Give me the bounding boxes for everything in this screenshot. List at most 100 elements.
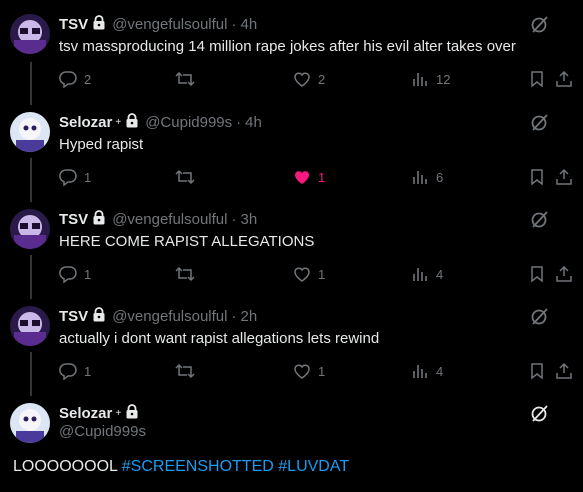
tweet-actions: 1 1 4 — [59, 361, 579, 381]
retweet-button[interactable] — [175, 69, 202, 89]
views-count: 12 — [436, 71, 451, 87]
tweet[interactable]: TSV @vengefulsoulful · 2h actually i don… — [0, 294, 583, 391]
like-count: 2 — [318, 71, 326, 87]
views-icon — [413, 73, 427, 86]
grok-icon[interactable] — [530, 306, 550, 326]
like-button[interactable]: 1 — [293, 167, 325, 187]
tweet-text: LOOOOOOOL #SCREENSHOTTED #LUVDAT — [13, 458, 349, 476]
views-icon — [413, 171, 427, 184]
tweet-text: actually i dont want rapist allegations … — [59, 330, 380, 347]
views-button[interactable]: 6 — [411, 167, 443, 187]
author-name[interactable]: Selozar — [59, 114, 112, 131]
timestamp[interactable]: 2h — [241, 308, 258, 325]
heart-icon — [294, 72, 310, 87]
retweet-button[interactable] — [175, 167, 202, 187]
avatar[interactable] — [10, 403, 50, 443]
lock-icon — [125, 403, 139, 423]
retweet-icon — [175, 71, 195, 87]
share-button[interactable] — [555, 69, 573, 89]
author-handle[interactable]: @vengefulsoulful — [112, 211, 227, 228]
timestamp[interactable]: 4h — [245, 114, 262, 131]
views-button[interactable]: 4 — [411, 264, 443, 284]
like-button[interactable]: 2 — [293, 69, 325, 89]
lock-icon — [125, 112, 139, 132]
separator: · — [231, 307, 237, 325]
reply-icon — [59, 169, 77, 186]
timestamp[interactable]: 3h — [241, 211, 258, 228]
separator: · — [231, 15, 237, 33]
share-icon — [556, 265, 572, 282]
share-icon — [556, 70, 572, 87]
reply-count: 1 — [84, 169, 92, 185]
bookmark-button[interactable] — [529, 361, 545, 381]
heart-icon — [294, 364, 310, 379]
avatar[interactable] — [10, 306, 50, 346]
reply-icon — [59, 266, 77, 283]
author-name[interactable]: TSV — [59, 211, 88, 228]
bookmark-button[interactable] — [529, 69, 545, 89]
tweet-text: tsv massproducing 14 million rape jokes … — [59, 38, 516, 55]
author-handle[interactable]: @Cupid999s — [59, 423, 146, 440]
tweet-actions: 2 2 12 — [59, 69, 579, 89]
like-count: 1 — [318, 266, 326, 282]
views-count: 4 — [436, 266, 444, 282]
retweet-icon — [175, 363, 195, 379]
tweet[interactable]: TSV @vengefulsoulful · 3h HERE COME RAPI… — [0, 197, 583, 294]
bookmark-button[interactable] — [529, 264, 545, 284]
tweet-text: HERE COME RAPIST ALLEGATIONS — [59, 233, 315, 250]
hashtag-link[interactable]: #LUVDAT — [278, 458, 349, 475]
like-button[interactable]: 1 — [293, 264, 325, 284]
views-icon — [413, 365, 427, 378]
views-count: 6 — [436, 169, 444, 185]
reply-button[interactable]: 2 — [59, 69, 91, 89]
reply-icon — [59, 363, 77, 380]
share-button[interactable] — [555, 264, 573, 284]
author-handle[interactable]: @vengefulsoulful — [112, 16, 227, 33]
reply-button[interactable]: 1 — [59, 361, 91, 381]
avatar[interactable] — [10, 14, 50, 54]
author-name[interactable]: Selozar — [59, 405, 112, 422]
author-name[interactable]: TSV — [59, 16, 88, 33]
share-button[interactable] — [555, 361, 573, 381]
hashtag-link[interactable]: #SCREENSHOTTED — [122, 458, 274, 475]
like-button[interactable]: 1 — [293, 361, 325, 381]
grok-icon[interactable] — [530, 14, 550, 34]
tweet[interactable]: Selozar + @Cupid999s · 4h Hyped rapist 1… — [0, 100, 583, 197]
heart-icon — [295, 171, 309, 184]
focused-tweet[interactable]: Selozar + — [0, 391, 583, 492]
reply-count: 1 — [84, 363, 92, 379]
bookmark-icon — [531, 363, 543, 380]
author-handle[interactable]: @vengefulsoulful — [112, 308, 227, 325]
reply-button[interactable]: 1 — [59, 264, 91, 284]
retweet-icon — [175, 169, 195, 185]
tweet-actions: 1 1 4 — [59, 264, 579, 284]
grok-icon[interactable] — [530, 209, 550, 229]
author-name[interactable]: TSV — [59, 308, 88, 325]
grok-icon[interactable] — [530, 112, 550, 132]
views-icon — [413, 268, 427, 281]
tweet[interactable]: TSV @vengefulsoulful · 4h tsv massproduc… — [0, 0, 583, 100]
share-button[interactable] — [555, 167, 573, 187]
lock-icon — [92, 306, 106, 326]
heart-icon — [294, 267, 310, 282]
timestamp[interactable]: 4h — [241, 16, 258, 33]
retweet-button[interactable] — [175, 361, 202, 381]
tweet-actions: 1 1 6 — [59, 167, 579, 187]
sparkle-icon: + — [115, 407, 122, 419]
avatar[interactable] — [10, 209, 50, 249]
retweet-button[interactable] — [175, 264, 202, 284]
bookmark-button[interactable] — [529, 167, 545, 187]
grok-icon[interactable] — [530, 403, 550, 423]
author-handle[interactable]: @Cupid999s — [145, 114, 232, 131]
avatar[interactable] — [10, 112, 50, 152]
like-count: 1 — [318, 169, 326, 185]
reply-icon — [59, 71, 77, 88]
like-count: 1 — [318, 363, 326, 379]
tweet-text-plain: LOOOOOOOL — [13, 458, 118, 475]
share-icon — [556, 168, 572, 185]
bookmark-icon — [531, 71, 543, 88]
reply-button[interactable]: 1 — [59, 167, 91, 187]
views-button[interactable]: 4 — [411, 361, 443, 381]
lock-icon — [92, 14, 106, 34]
views-button[interactable]: 12 — [411, 69, 450, 89]
